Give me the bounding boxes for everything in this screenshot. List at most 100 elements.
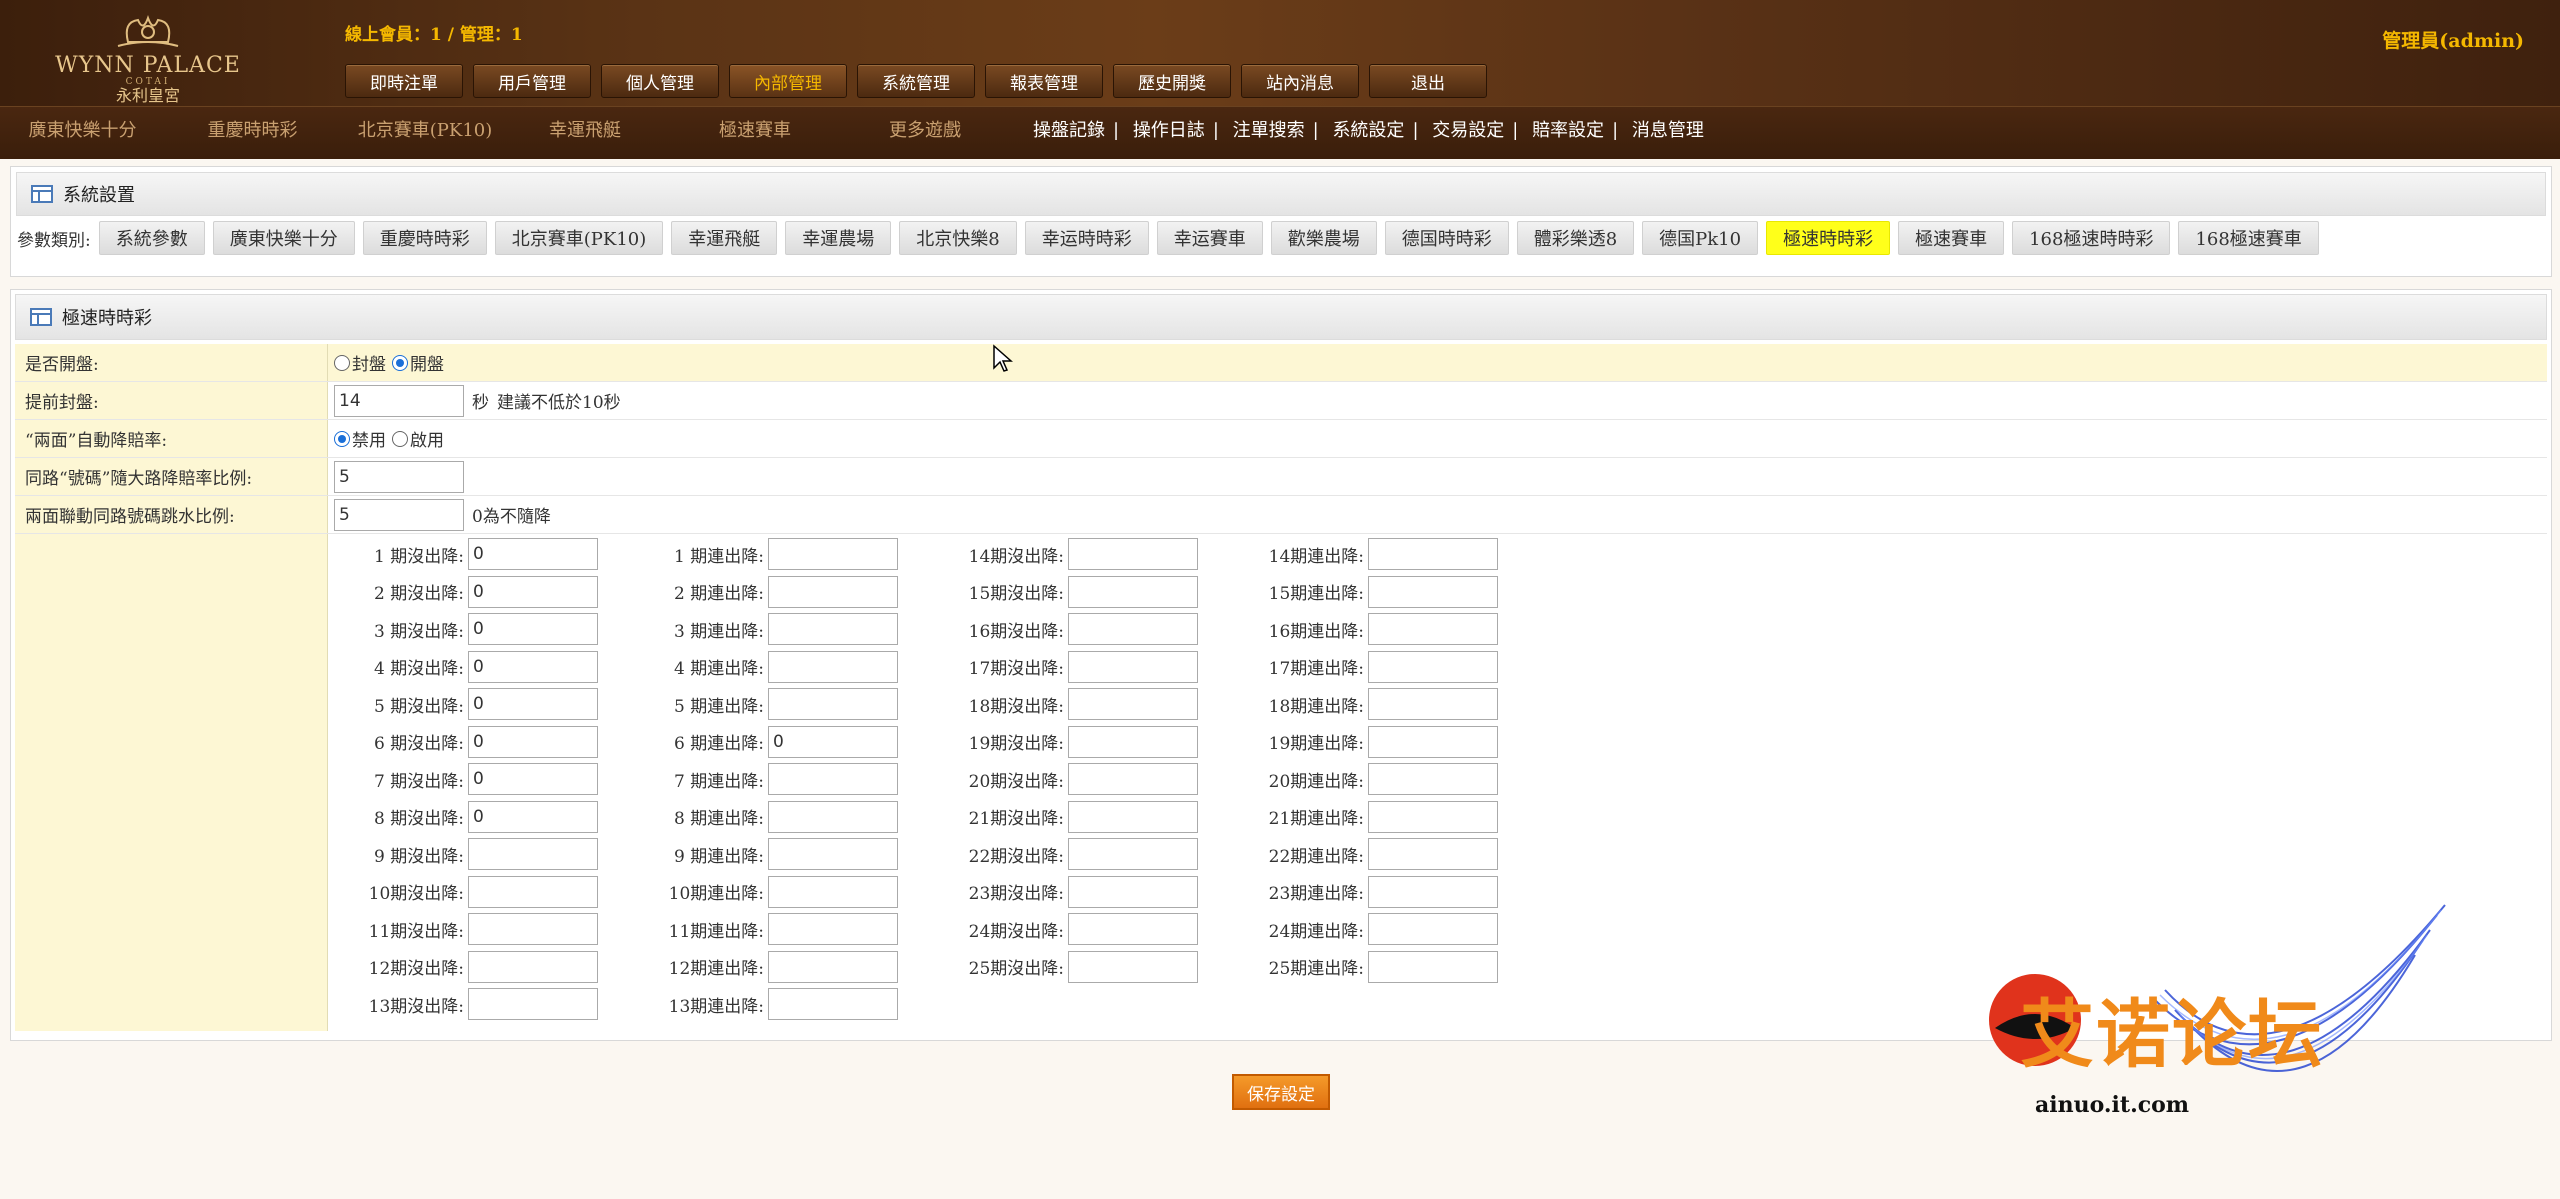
period-input[interactable] <box>1368 800 1498 833</box>
period-input[interactable]: 0 <box>468 725 598 758</box>
period-input[interactable] <box>1368 575 1498 608</box>
link-trade-settings[interactable]: 交易設定 <box>1432 120 1504 141</box>
period-input[interactable] <box>1068 950 1198 983</box>
param-tab[interactable]: 歡樂農場 <box>1270 221 1377 255</box>
water-input[interactable]: 5 <box>334 498 464 531</box>
game-link-xyft[interactable]: 幸運飛艇 <box>510 116 660 142</box>
period-input[interactable] <box>1068 575 1198 608</box>
game-link-pk10[interactable]: 北京賽車(PK10) <box>340 116 510 142</box>
param-tab[interactable]: 德国Pk10 <box>1642 221 1759 255</box>
period-input[interactable]: 0 <box>468 538 598 570</box>
period-input[interactable] <box>1368 913 1498 945</box>
period-input[interactable] <box>768 800 898 833</box>
period-input[interactable] <box>768 913 898 945</box>
link-message-management[interactable]: 消息管理 <box>1632 120 1704 141</box>
link-system-settings[interactable]: 系統設定 <box>1332 120 1404 141</box>
param-tab[interactable]: 幸运賽車 <box>1156 221 1263 255</box>
radio-open[interactable] <box>392 354 408 371</box>
radio-enable[interactable] <box>392 430 408 447</box>
period-input[interactable] <box>1068 688 1198 720</box>
period-input[interactable] <box>768 575 898 608</box>
link-op-log[interactable]: 操作日誌 <box>1133 120 1205 141</box>
period-input[interactable] <box>768 650 898 683</box>
radio-disable[interactable] <box>334 430 350 447</box>
period-input[interactable]: 0 <box>768 725 898 758</box>
game-link-more[interactable]: 更多遊戲 <box>850 116 1000 142</box>
period-input[interactable] <box>468 838 598 870</box>
nav-user-management[interactable]: 用戶管理 <box>473 64 591 98</box>
param-tab-active[interactable]: 極速時時彩 <box>1766 221 1891 255</box>
param-tab[interactable]: 體彩樂透8 <box>1516 221 1635 255</box>
period-input[interactable] <box>468 950 598 983</box>
period-input[interactable] <box>1068 650 1198 683</box>
period-input[interactable] <box>1368 950 1498 983</box>
nav-messages[interactable]: 站內消息 <box>1241 64 1359 98</box>
nav-history[interactable]: 歷史開獎 <box>1113 64 1231 98</box>
game-link-jssc[interactable]: 極速賽車 <box>660 116 850 142</box>
period-input[interactable] <box>1068 538 1198 570</box>
period-input[interactable] <box>768 875 898 908</box>
period-input[interactable] <box>768 688 898 720</box>
link-odds-settings[interactable]: 賠率設定 <box>1532 120 1604 141</box>
param-tab[interactable]: 幸運農場 <box>785 221 892 255</box>
period-input[interactable] <box>1368 538 1498 570</box>
ratio-input[interactable]: 5 <box>334 460 464 493</box>
period-input[interactable] <box>768 613 898 645</box>
period-input[interactable] <box>768 538 898 570</box>
nav-system[interactable]: 系統管理 <box>857 64 975 98</box>
nav-logout[interactable]: 退出 <box>1369 64 1487 98</box>
param-tab[interactable]: 北京賽車(PK10) <box>494 221 664 255</box>
period-input[interactable] <box>1068 875 1198 908</box>
game-link-cq[interactable]: 重慶時時彩 <box>165 116 340 142</box>
param-tab[interactable]: 極速賽車 <box>1898 221 2005 255</box>
param-tab[interactable]: 北京快樂8 <box>899 221 1017 255</box>
period-input[interactable] <box>768 988 898 1020</box>
period-input[interactable] <box>1068 613 1198 645</box>
period-input[interactable] <box>768 838 898 870</box>
param-tab[interactable]: 重慶時時彩 <box>362 221 487 255</box>
game-link-gd[interactable]: 廣東快樂十分 <box>0 116 165 142</box>
early-close-input[interactable]: 14 <box>334 384 464 417</box>
period-input[interactable]: 0 <box>468 800 598 833</box>
period-input[interactable] <box>768 950 898 983</box>
param-tab[interactable]: 168極速時時彩 <box>2012 221 2171 255</box>
param-tab[interactable]: 幸運飛艇 <box>671 221 778 255</box>
nav-personal[interactable]: 個人管理 <box>601 64 719 98</box>
param-tab[interactable]: 廣東快樂十分 <box>212 221 355 255</box>
period-input[interactable] <box>468 913 598 945</box>
link-trade-log[interactable]: 操盤記錄 <box>1033 120 1105 141</box>
param-tab[interactable]: 幸运時時彩 <box>1024 221 1149 255</box>
admin-user[interactable]: 管理員(admin) <box>2382 26 2524 53</box>
period-input[interactable] <box>1068 838 1198 870</box>
period-input[interactable]: 0 <box>468 763 598 795</box>
nav-internal[interactable]: 內部管理 <box>729 64 847 98</box>
period-input[interactable] <box>768 763 898 795</box>
period-input[interactable]: 0 <box>468 688 598 720</box>
period-cell: 12期沒出降: <box>328 950 598 983</box>
period-input[interactable] <box>1368 688 1498 720</box>
radio-close[interactable] <box>334 354 350 371</box>
nav-reports[interactable]: 報表管理 <box>985 64 1103 98</box>
period-input[interactable] <box>1368 613 1498 645</box>
period-input[interactable] <box>1368 763 1498 795</box>
period-input[interactable] <box>468 875 598 908</box>
nav-realtime-bets[interactable]: 即時注單 <box>345 64 463 98</box>
param-tab[interactable]: 168極速賽車 <box>2178 221 2319 255</box>
period-input[interactable] <box>1368 725 1498 758</box>
save-button[interactable]: 保存設定 <box>1232 1074 1330 1110</box>
period-input[interactable] <box>1368 650 1498 683</box>
period-input[interactable] <box>1068 725 1198 758</box>
period-input[interactable] <box>1368 875 1498 908</box>
period-input[interactable] <box>1068 913 1198 945</box>
period-input[interactable]: 0 <box>468 650 598 683</box>
wynn-palace-logo[interactable]: WYNN PALACE COTAI 永利皇宮 <box>48 12 248 105</box>
period-input[interactable]: 0 <box>468 613 598 645</box>
period-input[interactable] <box>1068 800 1198 833</box>
param-tab[interactable]: 德国時時彩 <box>1384 221 1509 255</box>
period-input[interactable] <box>1068 763 1198 795</box>
param-tab[interactable]: 系統參數 <box>98 221 205 255</box>
link-bet-search[interactable]: 注單搜索 <box>1233 120 1305 141</box>
period-input[interactable] <box>468 988 598 1020</box>
period-input[interactable]: 0 <box>468 575 598 608</box>
period-input[interactable] <box>1368 838 1498 870</box>
